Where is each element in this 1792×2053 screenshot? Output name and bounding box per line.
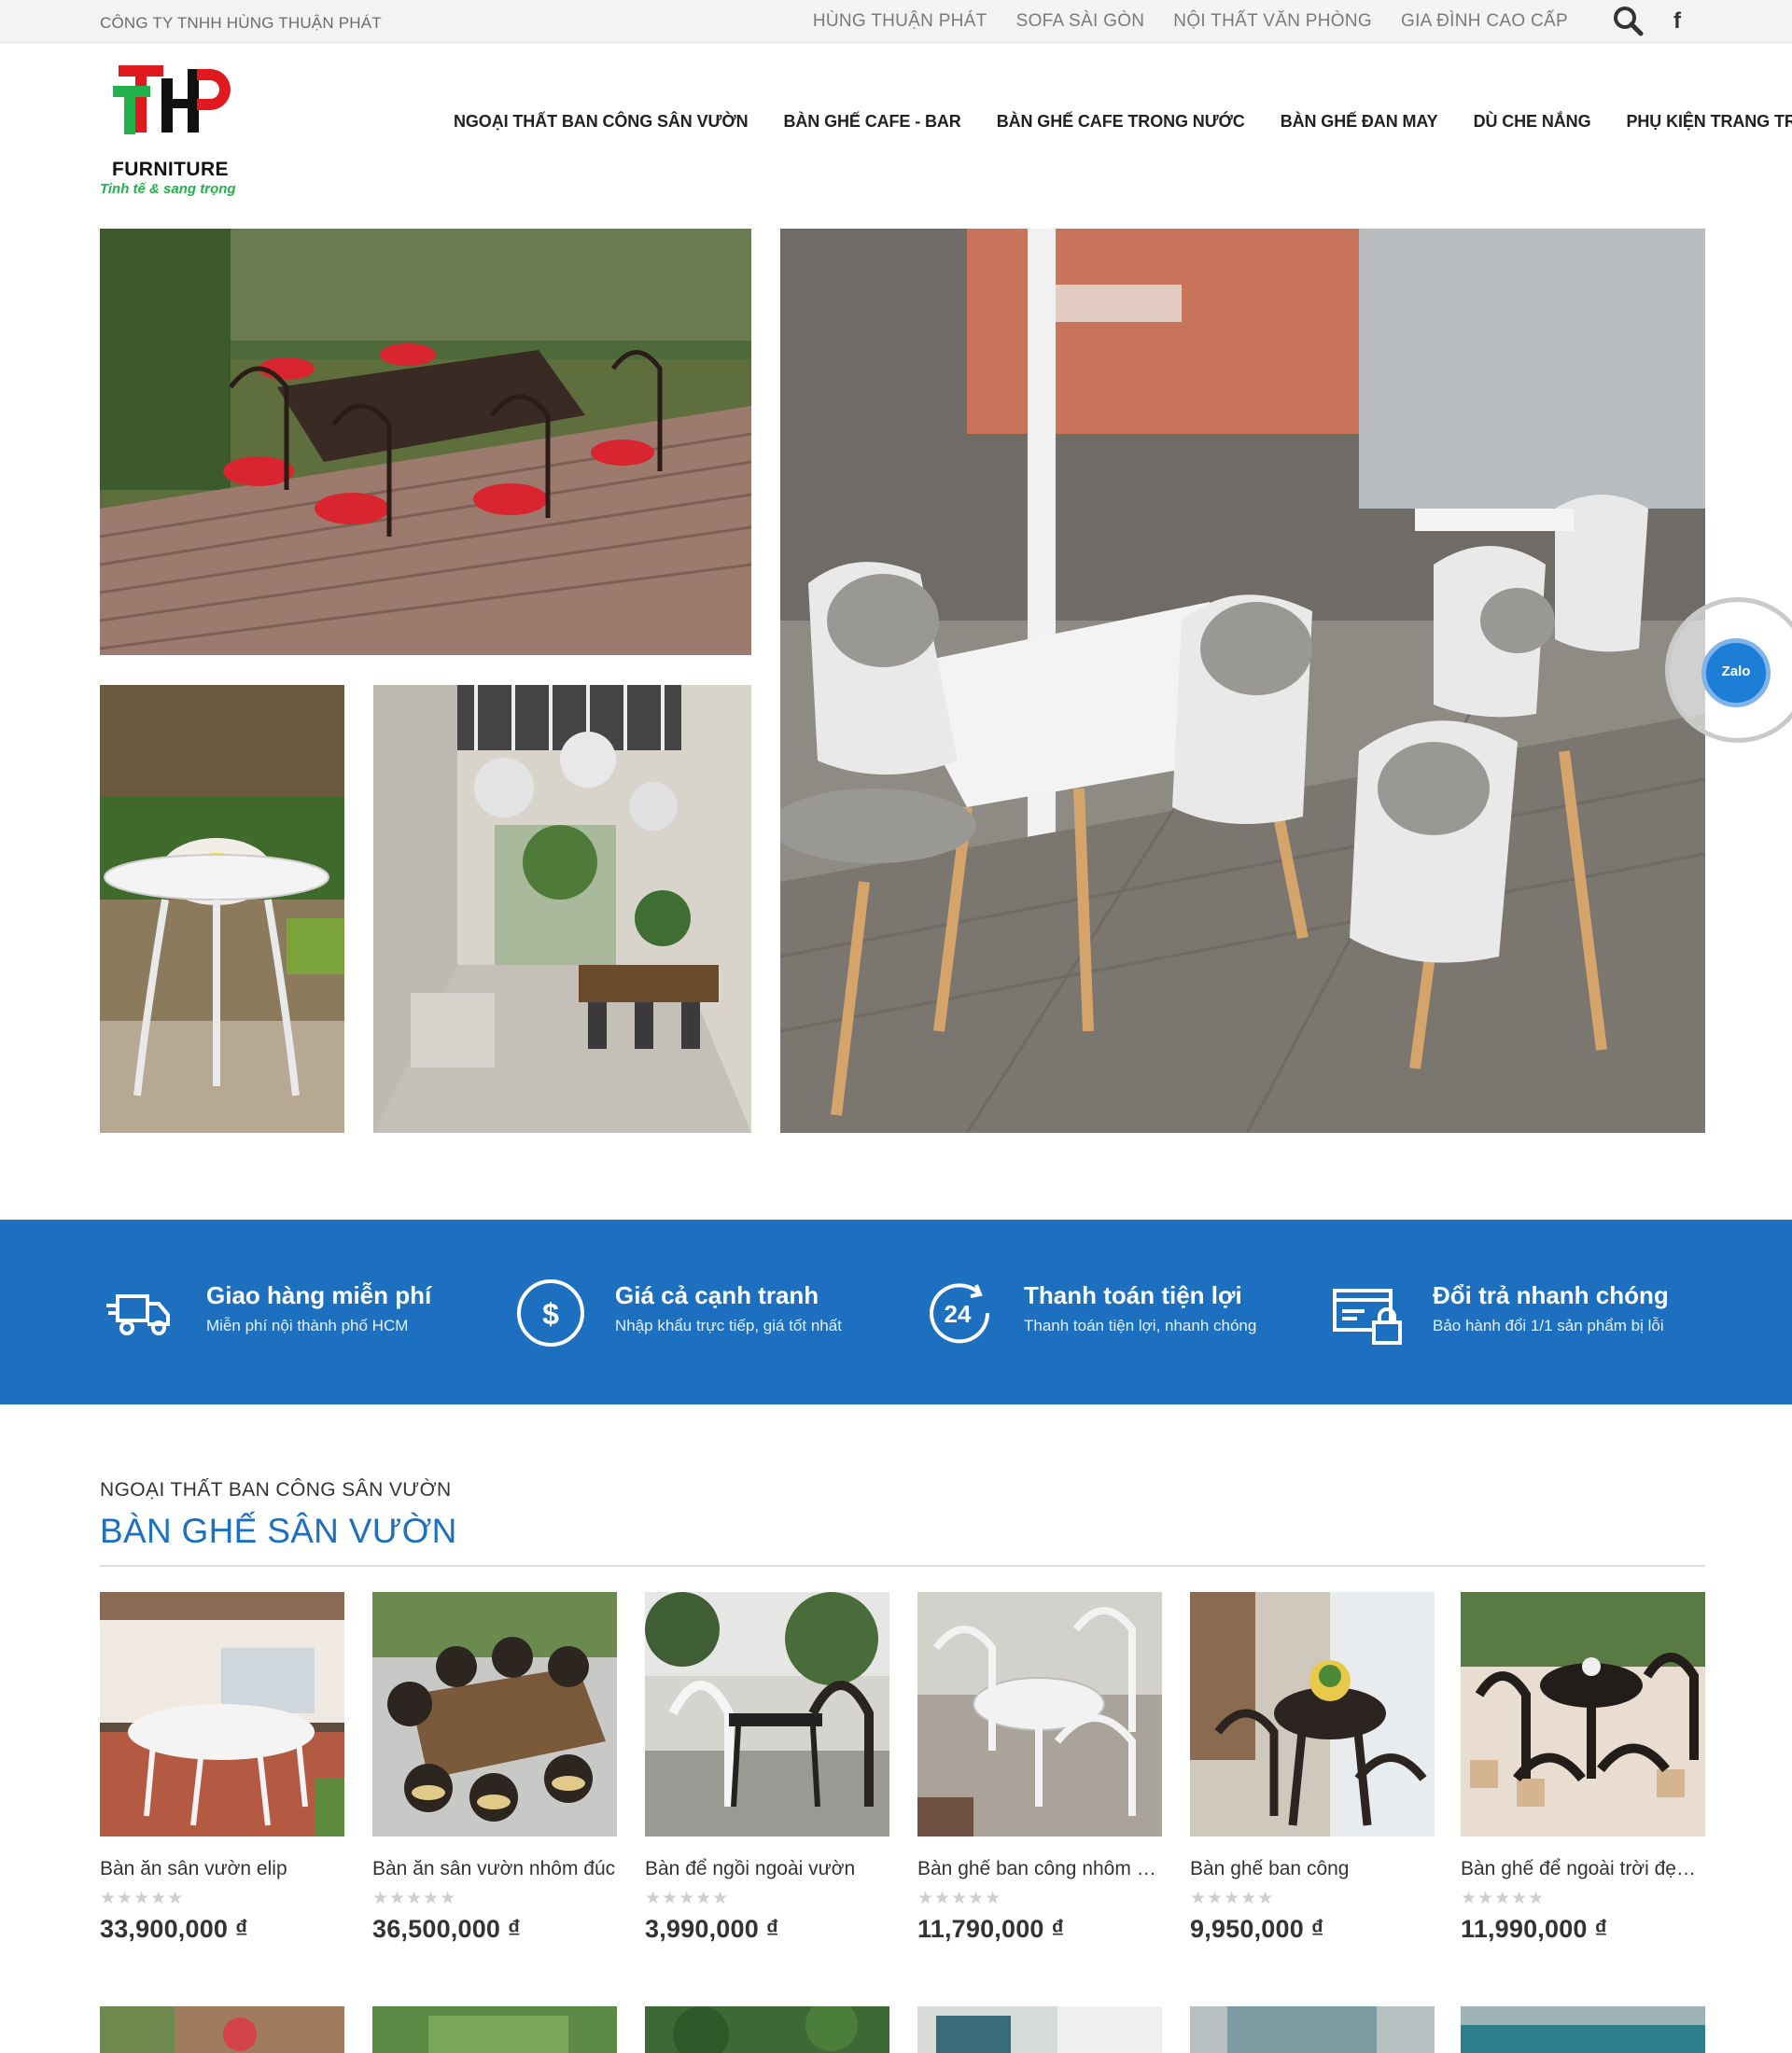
rating-stars: ★★★★★ [1190, 1889, 1275, 1908]
toplink-sofa-sai-gon[interactable]: SOFA SÀI GÒN [1016, 11, 1145, 32]
section-divider [100, 1565, 1705, 1567]
product-price: 9,950,000 ₫ [1190, 1915, 1324, 1943]
product-image[interactable] [100, 2006, 344, 2053]
nav-phu-kien-trang-tri[interactable]: PHỤ KIỆN TRANG TRÍ [1626, 112, 1792, 132]
top-bar: CÔNG TY TNHH HÙNG THUẬN PHÁT HÙNG THUẬN … [0, 0, 1792, 43]
product-name[interactable]: Bàn ghế ban công nhôm đú... [917, 1858, 1162, 1880]
hero-image-showroom-chairs[interactable] [780, 229, 1705, 1133]
rating-stars: ★★★★★ [1461, 1889, 1546, 1908]
rating-stars: ★★★★★ [917, 1889, 1002, 1908]
zalo-chat-button[interactable]: Zalo [1701, 638, 1771, 707]
features-band: Giao hàng miễn phí Miễn phí nội thành ph… [0, 1220, 1792, 1404]
product-price: 3,990,000 ₫ [645, 1915, 779, 1943]
main-nav: NGOẠI THẤT BAN CÔNG SÂN VƯỜN BÀN GHẾ CAF… [454, 112, 1792, 132]
24h-icon: 24 [922, 1276, 997, 1350]
product-image[interactable] [645, 2006, 889, 2053]
product-card: Bàn ăn sân vườn nhôm đúc ★★★★★ 36,500,00… [372, 1592, 617, 1944]
product-card: Bàn ghế ban công nhôm đú... ★★★★★ 11,790… [917, 1592, 1162, 1944]
product-image[interactable] [1190, 1592, 1435, 1837]
dollar-icon: $ [513, 1276, 588, 1350]
logo[interactable]: FURNITURE Tinh tế & sang trọng [100, 58, 249, 197]
site-header: FURNITURE Tinh tế & sang trọng NGOẠI THẤ… [0, 43, 1792, 197]
product-card: Bàn để ngồi ngoài vườn ★★★★★ 3,990,000 ₫ [645, 1592, 889, 1944]
product-name[interactable]: Bàn ăn sân vườn elip [100, 1858, 344, 1880]
nav-ban-ghe-cafe-bar[interactable]: BÀN GHẾ CAFE - BAR [784, 112, 961, 132]
product-image[interactable] [1461, 1592, 1705, 1837]
feature-title: Giá cả cạnh tranh [615, 1281, 819, 1309]
nav-ban-ghe-dan-may[interactable]: BÀN GHẾ ĐAN MAY [1281, 112, 1438, 132]
product-name[interactable]: Bàn ăn sân vườn nhôm đúc [372, 1858, 617, 1880]
zalo-label: Zalo [1721, 663, 1751, 679]
feature-subtitle: Thanh toán tiện lợi, nhanh chóng [1024, 1317, 1257, 1334]
feature-title: Đổi trả nhanh chóng [1433, 1281, 1669, 1309]
section-title[interactable]: BÀN GHẾ SÂN VƯỜN [100, 1512, 457, 1551]
product-name[interactable]: Bàn ghế ban công [1190, 1858, 1435, 1880]
return-card-icon [1331, 1276, 1406, 1350]
hero-image-interior-cafe[interactable] [373, 685, 751, 1133]
nav-ngoai-that-ban-cong[interactable]: NGOẠI THẤT BAN CÔNG SÂN VƯỜN [454, 112, 749, 132]
hero-image-lake-deck[interactable] [100, 229, 751, 655]
feature-subtitle: Bảo hành đổi 1/1 sản phẩm bị lỗi [1433, 1317, 1664, 1334]
feature-subtitle: Miễn phí nội thành phố HCM [206, 1317, 409, 1334]
product-image[interactable] [372, 1592, 617, 1837]
product-image[interactable] [372, 2006, 617, 2053]
product-image[interactable] [100, 1592, 344, 1837]
product-price: 11,790,000 ₫ [917, 1915, 1065, 1943]
product-image[interactable] [645, 1592, 889, 1837]
rating-stars: ★★★★★ [645, 1889, 730, 1908]
product-price: 36,500,000 ₫ [372, 1915, 521, 1943]
svg-text:$: $ [542, 1297, 559, 1331]
product-name[interactable]: Bàn ghế để ngoài trời đẹp t... [1461, 1858, 1705, 1880]
product-name[interactable]: Bàn để ngồi ngoài vườn [645, 1858, 889, 1880]
svg-text:24: 24 [945, 1300, 972, 1328]
product-price: 33,900,000 ₫ [100, 1915, 248, 1943]
toplink-gia-dinh-cao-cap[interactable]: GIA ĐÌNH CAO CẤP [1401, 11, 1568, 32]
nav-ban-ghe-cafe-trong-nuoc[interactable]: BÀN GHẾ CAFE TRONG NƯỚC [997, 112, 1245, 132]
feature-subtitle: Nhập khẩu trực tiếp, giá tốt nhất [615, 1317, 842, 1334]
product-card: Bàn ghế để ngoài trời đẹp t... ★★★★★ 11,… [1461, 1592, 1705, 1944]
toplink-noi-that-van-phong[interactable]: NỘI THẤT VĂN PHÒNG [1173, 11, 1372, 32]
feature-title: Giao hàng miễn phí [206, 1281, 432, 1309]
facebook-icon[interactable]: f [1673, 8, 1681, 35]
rating-stars: ★★★★★ [100, 1889, 185, 1908]
toplink-hung-thuan-phat[interactable]: HÙNG THUẬN PHÁT [813, 11, 987, 32]
product-card: Bàn ghế ban công ★★★★★ 9,950,000 ₫ [1190, 1592, 1435, 1944]
logo-mark-icon [113, 65, 231, 134]
logo-slogan: Tinh tế & sang trọng [100, 181, 236, 197]
product-image[interactable] [1461, 2006, 1705, 2053]
product-image[interactable] [1190, 2006, 1435, 2053]
product-image[interactable] [917, 1592, 1162, 1837]
nav-du-che-nang[interactable]: DÙ CHE NẮNG [1474, 112, 1591, 132]
hero-image-white-table[interactable] [100, 685, 344, 1133]
logo-wordmark: FURNITURE [112, 159, 229, 180]
search-icon[interactable] [1611, 4, 1645, 37]
feature-title: Thanh toán tiện lợi [1024, 1281, 1242, 1309]
product-price: 11,990,000 ₫ [1461, 1915, 1608, 1943]
product-card: Bàn ăn sân vườn elip ★★★★★ 33,900,000 ₫ [100, 1592, 344, 1944]
section-kicker[interactable]: NGOẠI THẤT BAN CÔNG SÂN VƯỜN [100, 1479, 452, 1501]
company-name: CÔNG TY TNHH HÙNG THUẬN PHÁT [100, 14, 382, 32]
top-links: HÙNG THUẬN PHÁT SOFA SÀI GÒN NỘI THẤT VĂ… [813, 11, 1568, 32]
truck-icon [105, 1276, 179, 1350]
rating-stars: ★★★★★ [372, 1889, 457, 1908]
product-image[interactable] [917, 2006, 1162, 2053]
